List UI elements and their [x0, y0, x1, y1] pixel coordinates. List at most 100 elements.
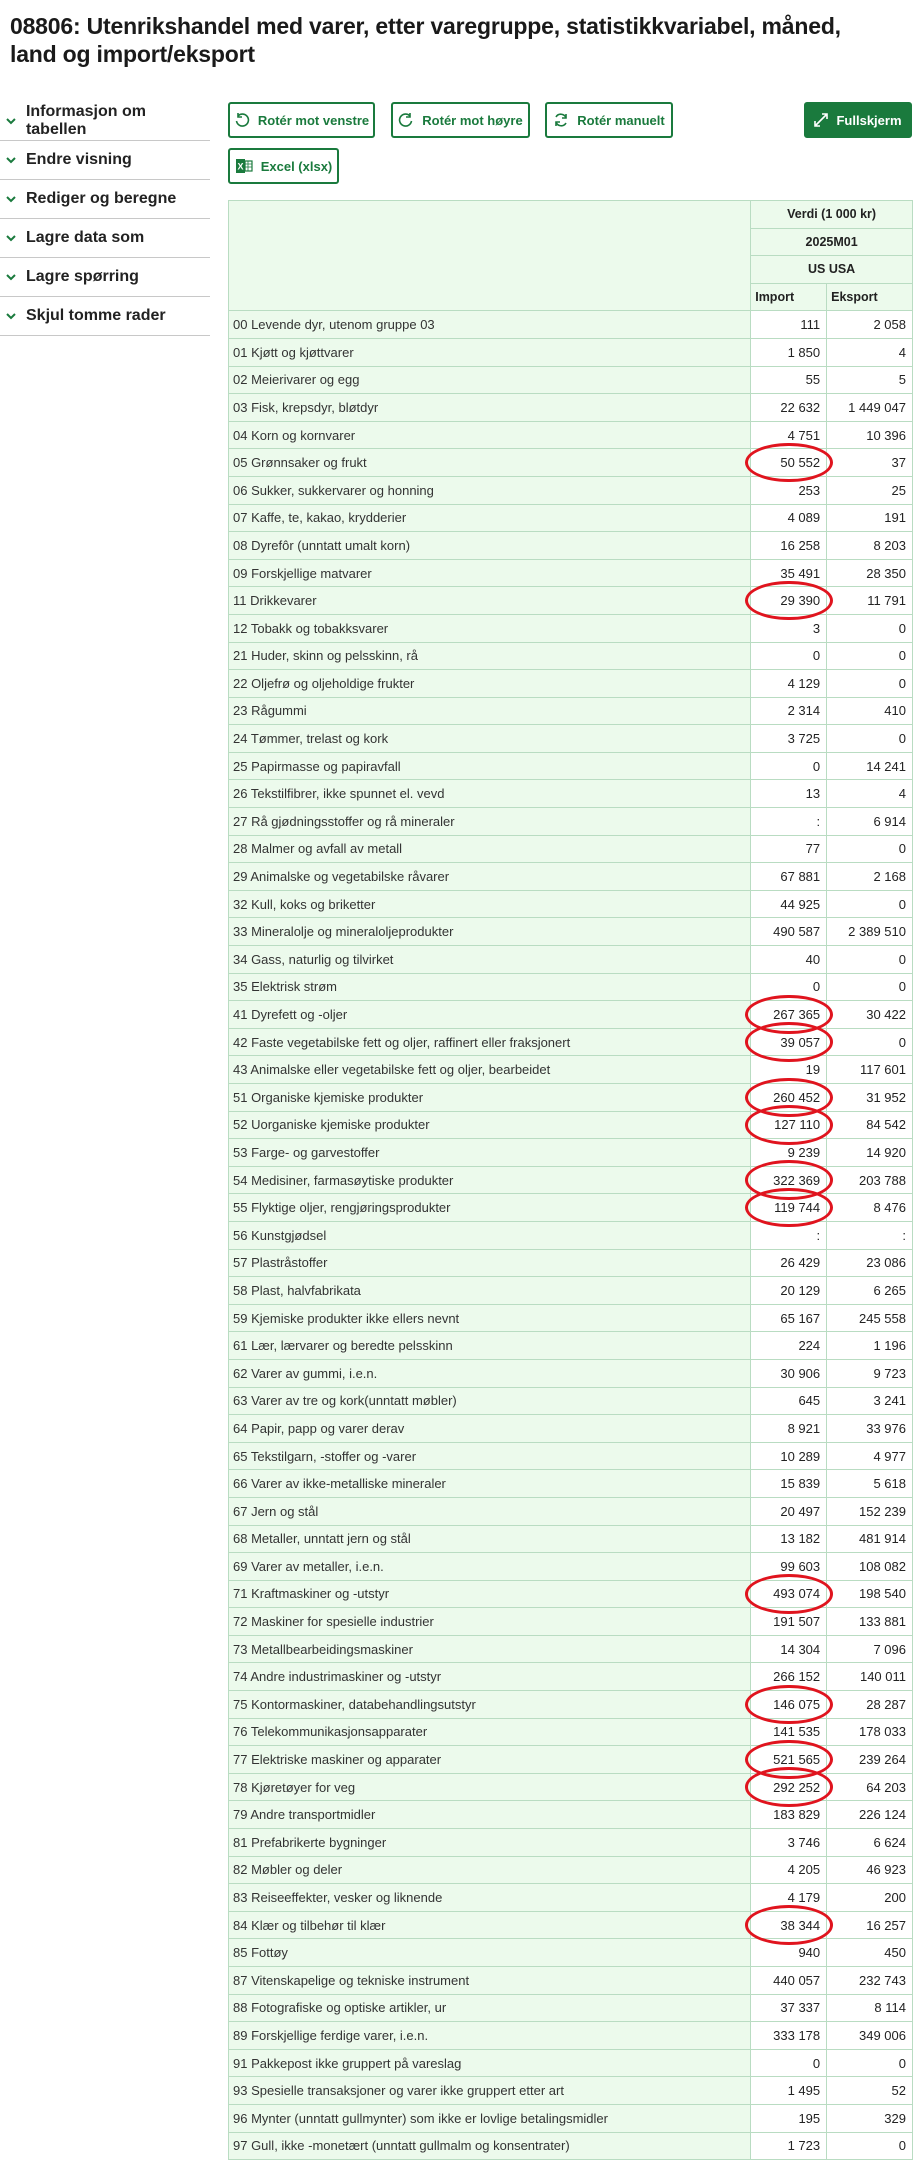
table-row: 53 Farge- og garvestoffer 9 239 14 920 [227, 1138, 913, 1167]
export-value: 28 287 [826, 1690, 913, 1719]
row-label: 25 Papirmasse og papiravfall [227, 751, 752, 781]
export-value: 10 396 [826, 420, 913, 450]
row-label: 81 Prefabrikerte bygninger [227, 1828, 752, 1857]
import-value: 30 906 [750, 1358, 828, 1388]
chevron-down-icon [6, 235, 16, 242]
row-label: 72 Maskiner for spesielle industrier [227, 1607, 752, 1636]
rotate-manual-label: Rotér manuelt [577, 112, 665, 128]
import-value: 0 [750, 751, 828, 781]
row-label: 56 Kunstgjødsel [227, 1220, 752, 1250]
export-value: 450 [826, 1938, 913, 1967]
table-row: 11 Drikkevarer 29 390 11 791 [227, 586, 913, 615]
export-value: 1 449 047 [826, 393, 913, 422]
export-value: 133 881 [826, 1607, 913, 1636]
sidebar: Informasjon om tabellen Endre visning Re… [0, 102, 210, 336]
row-label: 09 Forskjellige matvarer [227, 558, 752, 588]
export-value: 9 723 [826, 1358, 913, 1388]
table-row: 08 Dyrefôr (unntatt umalt korn) 16 258 8 2… [227, 531, 913, 560]
import-value: 44 925 [750, 889, 828, 919]
table-row: 76 Telekommunikasjonsapparater 141 535 178… [227, 1717, 913, 1747]
sidebar-item-info[interactable]: Informasjon om tabellen [0, 102, 210, 141]
fullscreen-label: Fullskjerm [836, 112, 902, 128]
table-row: 69 Varer av metaller, i.e.n. 99 603 108 08… [227, 1552, 913, 1581]
export-value: 11 791 [826, 586, 913, 615]
import-value: 55 [750, 365, 828, 395]
rotate-right-icon [399, 113, 413, 127]
row-label: 22 Oljefrø og oljeholdige frukter [227, 669, 752, 698]
table-row: 79 Andre transportmidler 183 829 226 124 [227, 1800, 913, 1830]
export-value: 226 124 [826, 1800, 913, 1830]
rotate-right-button[interactable]: Rotér mot høyre [391, 102, 530, 138]
row-label: 55 Flyktige oljer, rengjøringsprodukter [227, 1193, 752, 1222]
import-value: 4 205 [750, 1855, 828, 1885]
table-row: 71 Kraftmaskiner og -utstyr 493 074 198 54… [227, 1579, 913, 1609]
table-row: 43 Animalske eller vegetabilske fett og … [227, 1055, 913, 1084]
expand-icon [814, 113, 829, 127]
sidebar-item-view[interactable]: Endre visning [0, 141, 210, 180]
export-value: 410 [826, 696, 913, 726]
import-value: 77 [750, 834, 828, 864]
rotate-manual-button[interactable]: Rotér manuelt [545, 102, 673, 138]
rotate-left-label: Rotér mot venstre [257, 112, 370, 128]
row-label: 61 Lær, lærvarer og beredte pelsskinn [227, 1331, 752, 1360]
import-value: 16 258 [750, 531, 828, 560]
import-value: 0 [750, 2048, 828, 2078]
export-value: 16 257 [826, 1910, 913, 1940]
table-row: 61 Lær, lærvarer og beredte pelsskinn 224… [227, 1331, 913, 1360]
row-label: 57 Plastråstoffer [227, 1248, 752, 1278]
sidebar-item-edit[interactable]: Rediger og beregne [0, 180, 210, 219]
table-row: 02 Meierivarer og egg 55 5 [227, 365, 913, 395]
row-label: 51 Organiske kjemiske produkter [227, 1083, 752, 1112]
import-value: 493 074 [750, 1579, 828, 1609]
sidebar-item-hide-empty[interactable]: Skjul tomme rader [0, 297, 210, 336]
refresh-icon [555, 113, 568, 127]
table-row: 85 Fottøy 940 450 [227, 1938, 913, 1967]
sidebar-item-save-query[interactable]: Lagre spørring [0, 258, 210, 297]
row-label: 32 Kull, koks og briketter [227, 889, 752, 919]
table-row: 68 Metaller, unntatt jern og stål 13 182 4… [227, 1524, 913, 1554]
export-value: 481 914 [826, 1524, 913, 1554]
table-row: 75 Kontormaskiner, databehandlingsutstyr… [227, 1690, 913, 1719]
export-value: 0 [826, 1027, 913, 1057]
table-row: 66 Varer av ikke-metalliske mineraler 15 … [227, 1469, 913, 1498]
import-value: 1 723 [750, 2131, 828, 2160]
row-label: 73 Metallbearbeidingsmaskiner [227, 1634, 752, 1664]
table-row: 21 Huder, skinn og pelsskinn, rå 0 0 [227, 641, 913, 671]
import-value: 3 725 [750, 724, 828, 753]
import-value: 260 452 [750, 1083, 828, 1112]
sidebar-item-label: Informasjon om tabellen [25, 103, 146, 138]
excel-button[interactable]: X Excel (xlsx) [228, 148, 339, 184]
rotate-left-button[interactable]: Rotér mot venstre [228, 102, 375, 138]
export-value: 0 [826, 945, 913, 974]
export-value: 84 542 [826, 1110, 913, 1140]
row-label: 88 Fotografiske og optiske artikler, ur [227, 1993, 752, 2023]
table-row: 01 Kjøtt og kjøttvarer 1 850 4 [227, 337, 913, 367]
import-value: 22 632 [750, 393, 828, 422]
table-row: 42 Faste vegetabilske fett og oljer, raf… [227, 1027, 913, 1057]
import-value: 1 495 [750, 2076, 828, 2105]
table-row: 58 Plast, halvfabrikata 20 129 6 265 [227, 1276, 913, 1305]
row-label: 76 Telekommunikasjonsapparater [227, 1717, 752, 1747]
export-value: 2 168 [826, 862, 913, 891]
export-value: 0 [826, 613, 913, 643]
row-label: 65 Tekstilgarn, -stoffer og -varer [227, 1441, 752, 1471]
export-value: 0 [826, 972, 913, 1002]
export-value: 6 624 [826, 1828, 913, 1857]
row-label: 11 Drikkevarer [227, 586, 752, 615]
export-value: 30 422 [826, 1000, 913, 1029]
fullscreen-button[interactable]: Fullskjerm [804, 102, 912, 138]
import-value: 26 429 [750, 1248, 828, 1278]
row-label: 43 Animalske eller vegetabilske fett og … [227, 1055, 752, 1084]
row-label: 54 Medisiner, farmasøytiske produkter [227, 1165, 752, 1195]
excel-label: Excel (xlsx) [260, 158, 333, 174]
row-label: 06 Sukker, sukkervarer og honning [227, 475, 752, 505]
sidebar-item-save-data[interactable]: Lagre data som [0, 219, 210, 258]
row-label: 58 Plast, halvfabrikata [227, 1276, 752, 1305]
row-label: 29 Animalske og vegetabilske råvarer [227, 862, 752, 891]
row-label: 77 Elektriske maskiner og apparater [227, 1745, 752, 1774]
import-value: 14 304 [750, 1634, 828, 1664]
table-row: 96 Mynter (unntatt gullmynter) som ikke … [227, 2103, 913, 2133]
row-label: 93 Spesielle transaksjoner og varer ikke… [227, 2076, 752, 2105]
import-value: 3 746 [750, 1828, 828, 1857]
import-value: 2 314 [750, 696, 828, 726]
